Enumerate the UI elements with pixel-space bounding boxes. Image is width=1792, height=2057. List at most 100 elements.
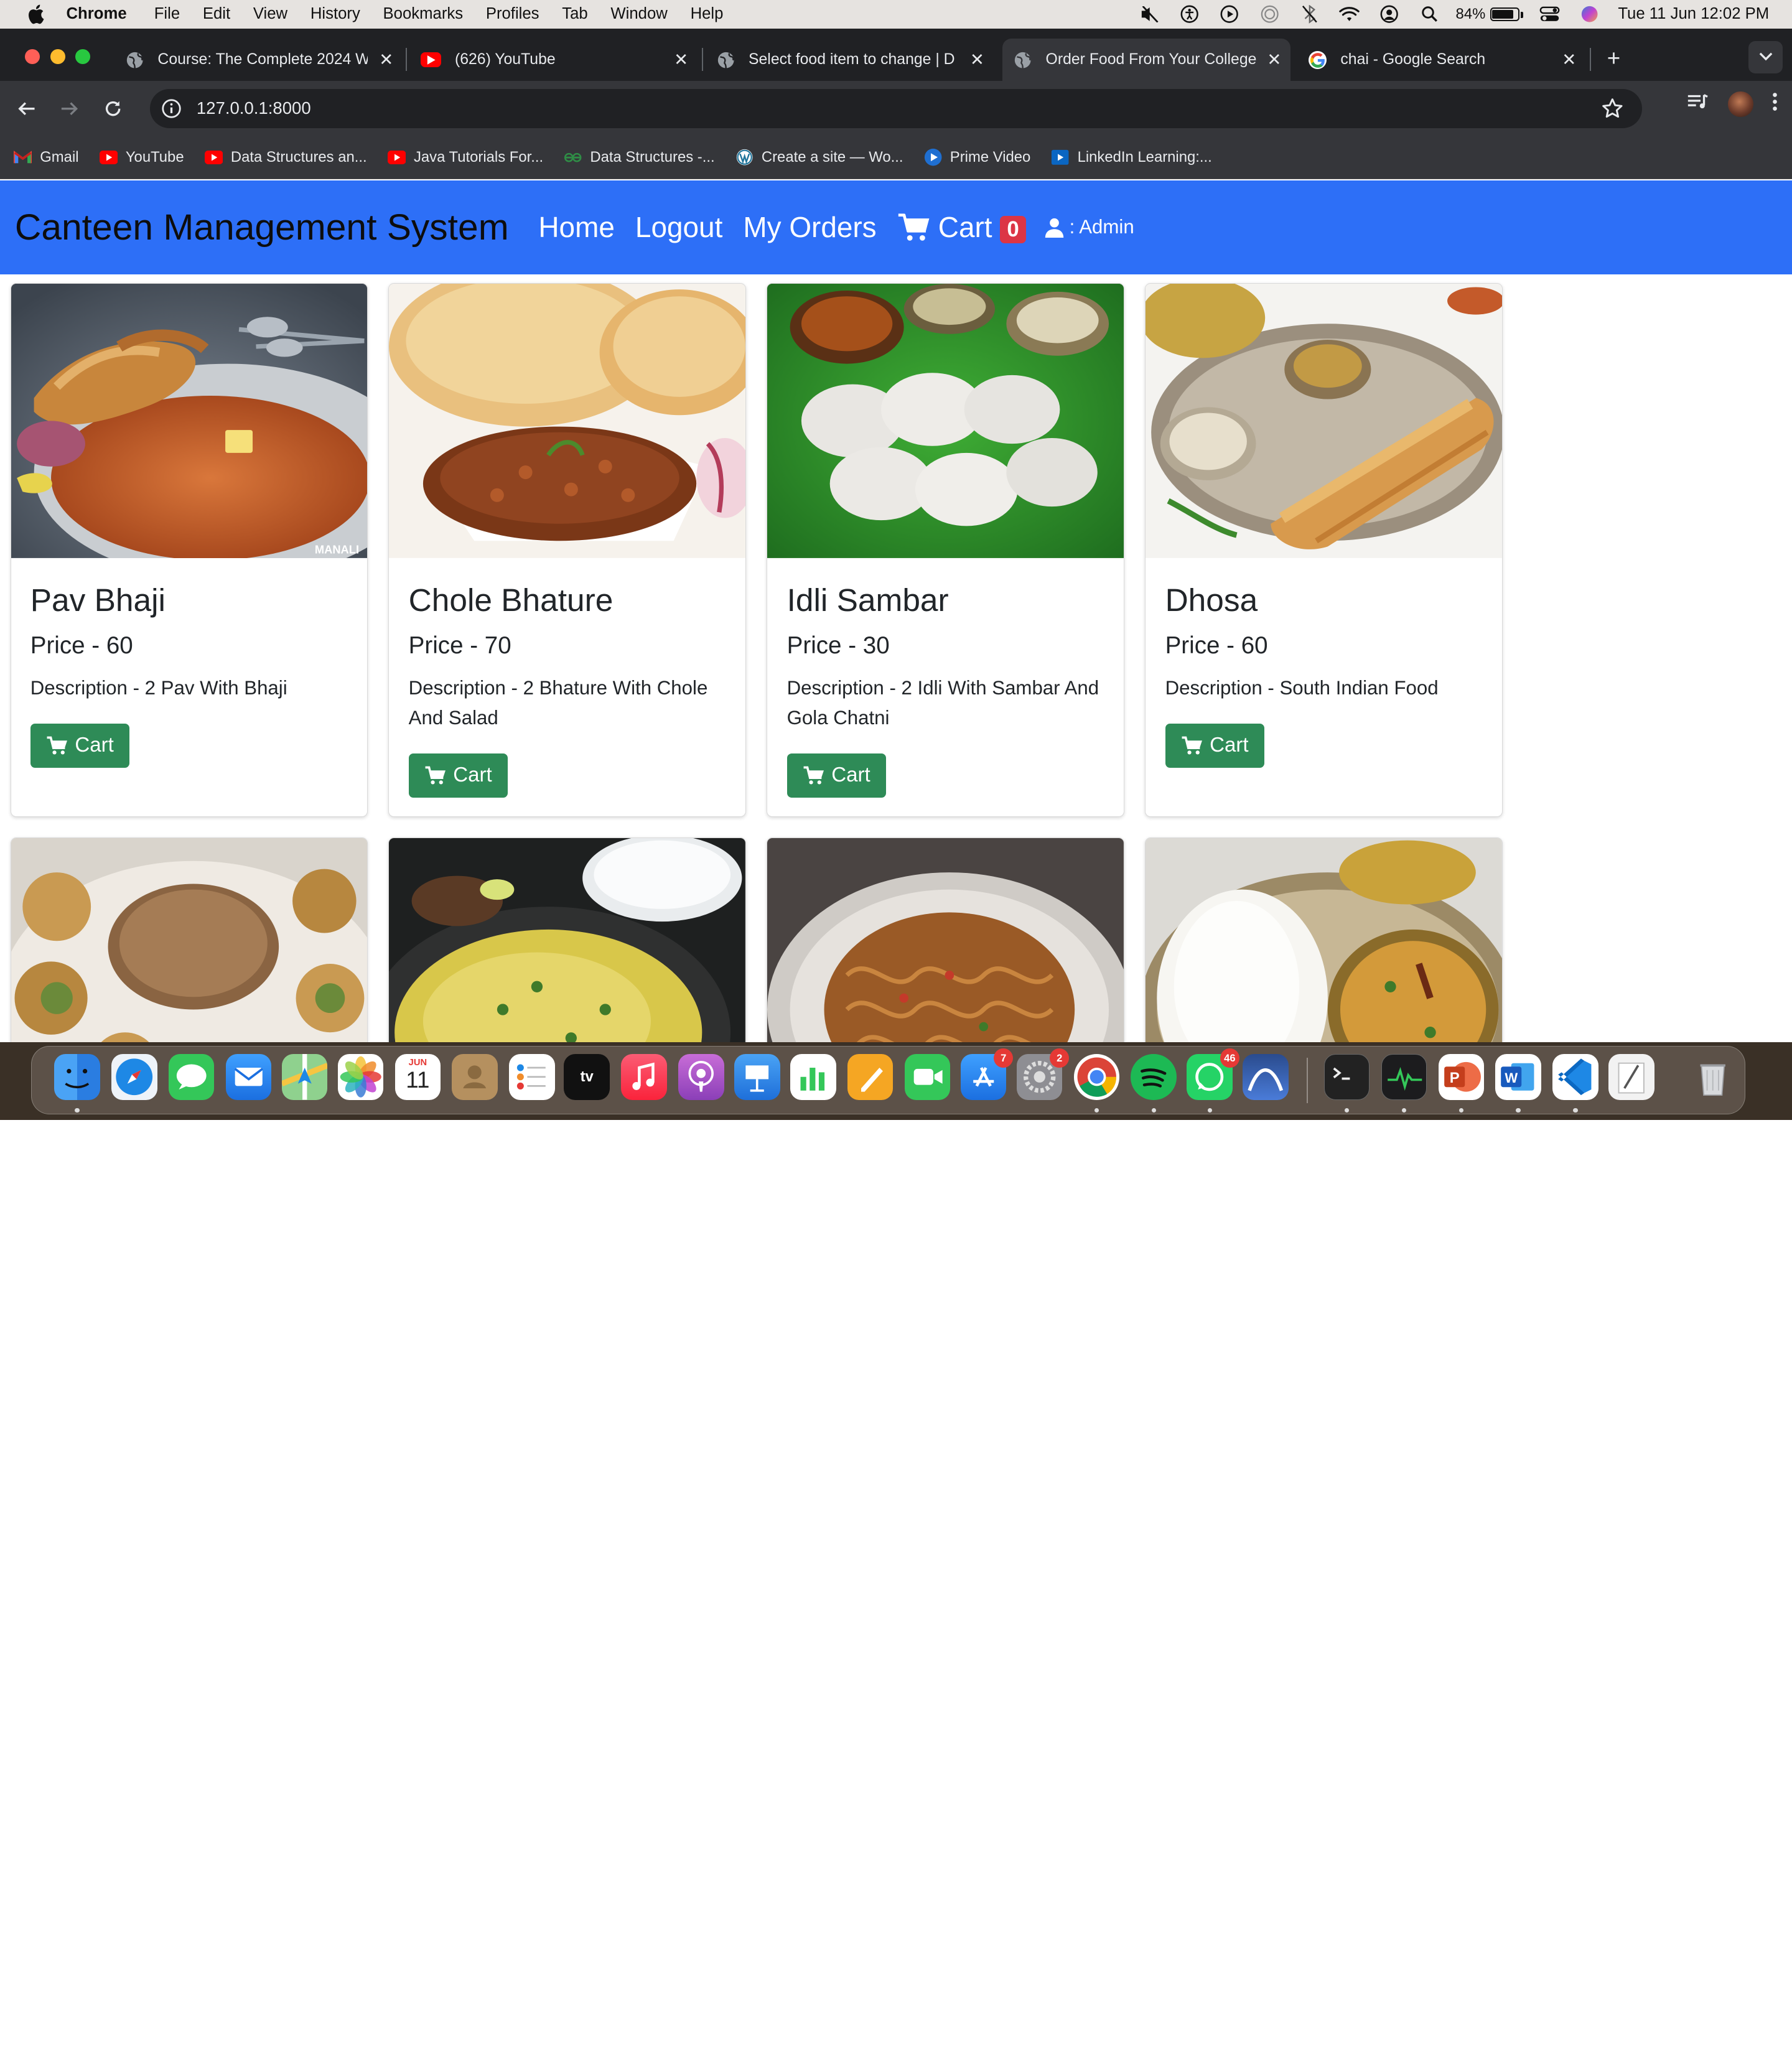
add-to-cart-button[interactable]: Cart [786, 753, 887, 798]
bookmark-gfg[interactable]: Data Structures -... [564, 148, 715, 166]
chrome-menu-icon[interactable] [1771, 91, 1778, 117]
close-tab-icon[interactable]: ✕ [1560, 50, 1578, 69]
podcasts-icon[interactable] [678, 1054, 724, 1100]
airdrop-icon[interactable] [1259, 4, 1280, 24]
food-image-idli-sambar [767, 284, 1124, 559]
control-center-icon[interactable] [1539, 4, 1560, 24]
facetime-icon[interactable] [904, 1054, 951, 1100]
new-tab-button[interactable]: + [1600, 45, 1627, 72]
play-icon[interactable] [1219, 4, 1239, 24]
user-account-icon[interactable] [1379, 4, 1400, 24]
powerpoint-icon[interactable]: P [1438, 1054, 1484, 1100]
chrome-icon[interactable] [1073, 1054, 1120, 1100]
menu-window[interactable]: Window [610, 5, 667, 23]
nav-my-orders-link[interactable]: My Orders [743, 210, 876, 244]
menu-edit[interactable]: Edit [203, 5, 230, 23]
menu-profiles[interactable]: Profiles [486, 5, 539, 23]
add-to-cart-button[interactable]: Cart [30, 723, 130, 768]
tab-admin[interactable]: Select food item to change | D ✕ [705, 39, 993, 81]
tab-search-button[interactable] [1748, 41, 1783, 73]
wifi-icon[interactable] [1339, 4, 1360, 24]
menu-history[interactable]: History [310, 5, 360, 23]
keynote-icon[interactable] [734, 1054, 780, 1100]
apple-icon[interactable] [25, 4, 45, 24]
address-bar[interactable]: 127.0.0.1:8000 [149, 89, 1643, 128]
battery-status[interactable]: 84% [1456, 6, 1523, 23]
url-text[interactable]: 127.0.0.1:8000 [197, 98, 311, 118]
media-controls-icon[interactable] [1687, 93, 1710, 116]
terminal-icon[interactable] [1323, 1054, 1370, 1100]
tab-course[interactable]: Course: The Complete 2024 W ✕ [114, 39, 403, 81]
food-price: Price - 60 [30, 632, 133, 660]
tab-youtube[interactable]: (626) YouTube ✕ [409, 39, 698, 81]
trash-icon[interactable] [1690, 1054, 1735, 1099]
contacts-icon[interactable] [452, 1054, 498, 1100]
mail-icon[interactable] [225, 1054, 272, 1100]
bookmark-linkedin-learning[interactable]: LinkedIn Learning:... [1051, 148, 1212, 166]
numbers-icon[interactable] [790, 1054, 836, 1100]
maps-icon[interactable] [281, 1054, 329, 1100]
menu-tab[interactable]: Tab [562, 5, 587, 23]
bookmark-gmail[interactable]: Gmail [14, 148, 79, 166]
menu-file[interactable]: File [154, 5, 180, 23]
close-window-button[interactable] [25, 49, 40, 64]
bookmark-star-icon[interactable] [1601, 97, 1624, 125]
app-store-icon[interactable]: 7 [960, 1048, 1014, 1100]
accessibility-icon[interactable] [1179, 4, 1200, 24]
tab-order-food-active[interactable]: Order Food From Your College ✕ [1002, 39, 1290, 82]
safari-icon[interactable] [111, 1054, 157, 1100]
whatsapp-icon[interactable]: 46 [1187, 1048, 1239, 1100]
calendar-icon[interactable]: JUN 11 [394, 1054, 441, 1100]
add-to-cart-button[interactable]: Cart [1165, 723, 1265, 768]
profile-avatar[interactable] [1728, 91, 1753, 117]
activity-monitor-icon[interactable] [1381, 1054, 1427, 1100]
bookmark-youtube[interactable]: YouTube [99, 148, 184, 166]
site-info-icon[interactable] [160, 97, 183, 120]
pages-icon[interactable] [847, 1054, 894, 1100]
close-tab-icon[interactable]: ✕ [1265, 50, 1283, 69]
reload-button[interactable] [96, 91, 130, 126]
siri-icon[interactable] [1579, 4, 1600, 24]
menubar-clock[interactable]: Tue 11 Jun 12:02 PM [1618, 5, 1769, 23]
messages-icon[interactable] [168, 1054, 215, 1100]
bookmark-data-structures-youtube[interactable]: Data Structures an... [204, 148, 367, 166]
site-brand[interactable]: Canteen Management System [15, 207, 509, 248]
back-button[interactable] [9, 91, 44, 126]
music-icon[interactable] [621, 1054, 667, 1100]
menu-app-name[interactable]: Chrome [67, 5, 127, 23]
close-tab-icon[interactable]: ✕ [672, 50, 690, 69]
bookmark-java-tutorials[interactable]: Java Tutorials For... [387, 148, 543, 166]
add-to-cart-button[interactable]: Cart [408, 753, 508, 798]
browser-tab-strip: Course: The Complete 2024 W ✕ (626) YouT… [0, 28, 1792, 82]
vscode-icon[interactable] [1552, 1054, 1598, 1100]
system-settings-icon[interactable]: 2 [1016, 1048, 1070, 1100]
word-icon[interactable]: W [1495, 1054, 1541, 1100]
preview-icon[interactable] [1608, 1054, 1654, 1100]
apple-tv-icon[interactable]: tv [564, 1054, 610, 1100]
bookmark-wordpress[interactable]: Create a site — Wo... [735, 148, 903, 166]
photos-icon[interactable] [337, 1054, 384, 1100]
nav-cart-link[interactable]: Cart 0 [897, 210, 1026, 244]
spotify-icon[interactable] [1131, 1054, 1177, 1100]
finder-icon[interactable] [54, 1054, 100, 1100]
minimize-window-button[interactable] [50, 49, 65, 64]
bookmark-prime-video[interactable]: Prime Video [924, 148, 1030, 166]
user-indicator[interactable]: : Admin [1044, 216, 1134, 238]
reminders-icon[interactable] [509, 1054, 555, 1100]
prime-icon [924, 148, 942, 166]
close-tab-icon[interactable]: ✕ [968, 50, 986, 69]
spotlight-search-icon[interactable] [1419, 4, 1440, 24]
menu-bookmarks[interactable]: Bookmarks [383, 5, 464, 23]
forward-button[interactable] [52, 91, 86, 126]
close-tab-icon[interactable]: ✕ [377, 50, 395, 69]
sublime-icon[interactable] [1243, 1054, 1289, 1100]
zoom-window-button[interactable] [75, 49, 91, 64]
nav-logout-link[interactable]: Logout [635, 210, 722, 244]
mute-icon[interactable] [1139, 4, 1160, 24]
nav-home-link[interactable]: Home [538, 210, 614, 244]
menu-help[interactable]: Help [691, 5, 724, 23]
tab-google-search[interactable]: chai - Google Search ✕ [1297, 39, 1585, 81]
tab-title: Course: The Complete 2024 W [157, 51, 368, 68]
bluetooth-off-icon[interactable] [1299, 4, 1320, 24]
menu-view[interactable]: View [253, 5, 287, 23]
